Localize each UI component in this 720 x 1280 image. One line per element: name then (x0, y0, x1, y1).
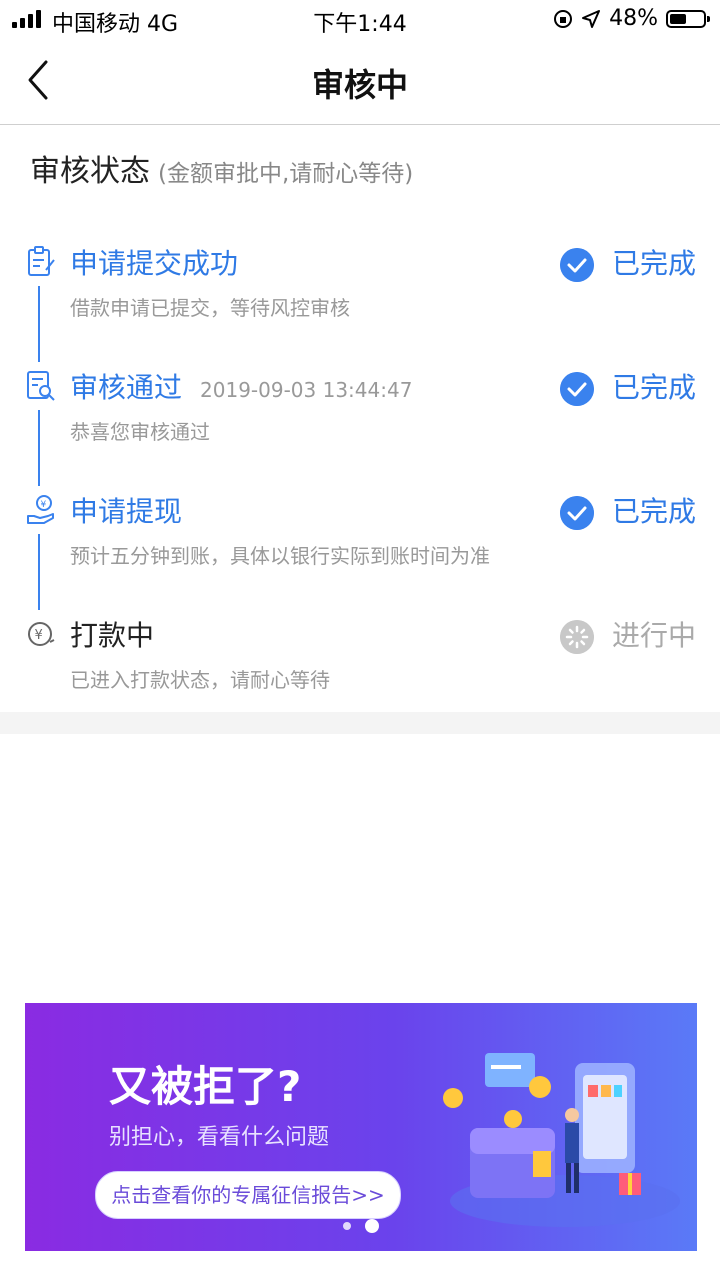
step-status: 进行中 (612, 619, 697, 652)
timeline-line (38, 534, 40, 610)
document-search-icon (27, 371, 55, 401)
carousel-indicator (343, 1219, 379, 1233)
step-name: 申请提现 (70, 495, 183, 528)
step-desc: 借款申请已提交，等待风控审核 (70, 296, 350, 320)
step-timestamp: 2019-09-03 13:44:47 (200, 378, 413, 402)
page-title: 审核中 (311, 66, 408, 104)
promo-banner[interactable]: 又被拒了? 别担心，看看什么问题 点击查看你的专属征信报告>> (25, 1003, 697, 1251)
step-name: 申请提交成功 (70, 247, 239, 280)
step-desc: 恭喜您审核通过 (70, 420, 210, 444)
section-subtitle: (金额审批中,请耐心等待) (158, 161, 414, 187)
status-bar: 中国移动 4G 下午1:44 48% (0, 0, 720, 40)
step-status: 已完成 (612, 371, 697, 404)
loading-spinner-icon (560, 620, 594, 654)
timeline-line (38, 410, 40, 486)
carousel-dot[interactable] (343, 1222, 351, 1230)
battery-icon (666, 9, 710, 28)
banner-subline: 别担心，看看什么问题 (109, 1125, 330, 1150)
section-divider (0, 712, 720, 734)
svg-text:¥: ¥ (41, 500, 47, 510)
check-circle-icon (560, 496, 594, 530)
clipboard-icon (28, 246, 55, 276)
credit-report-button[interactable]: 点击查看你的专属征信报告>> (95, 1171, 401, 1219)
check-circle-icon (560, 248, 594, 282)
finance-illustration (443, 1053, 680, 1227)
step-status: 已完成 (612, 495, 697, 528)
location-icon (582, 9, 601, 28)
carousel-dot-active[interactable] (365, 1219, 379, 1233)
timeline-line (38, 286, 40, 362)
nav-bar: 审核中 (0, 40, 720, 125)
step-name: 打款中 (70, 619, 155, 652)
yuan-icon: ¥ (28, 622, 55, 646)
step-desc: 预计五分钟到账，具体以银行实际到账时间为准 (70, 544, 490, 568)
step-name: 审核通过 (70, 371, 183, 404)
battery-percent: 48% (609, 6, 658, 31)
check-circle-icon (560, 372, 594, 406)
step-desc: 已进入打款状态，请耐心等待 (70, 668, 330, 692)
step-status: 已完成 (612, 247, 697, 280)
section-title: 审核状态 (30, 154, 150, 189)
banner-headline: 又被拒了? (109, 1062, 302, 1111)
section-header: 审核状态 (金额审批中,请耐心等待) (30, 146, 413, 190)
svg-text:¥: ¥ (35, 628, 43, 643)
rotation-lock-icon (554, 9, 573, 28)
hand-coin-icon: ¥ (27, 495, 54, 524)
